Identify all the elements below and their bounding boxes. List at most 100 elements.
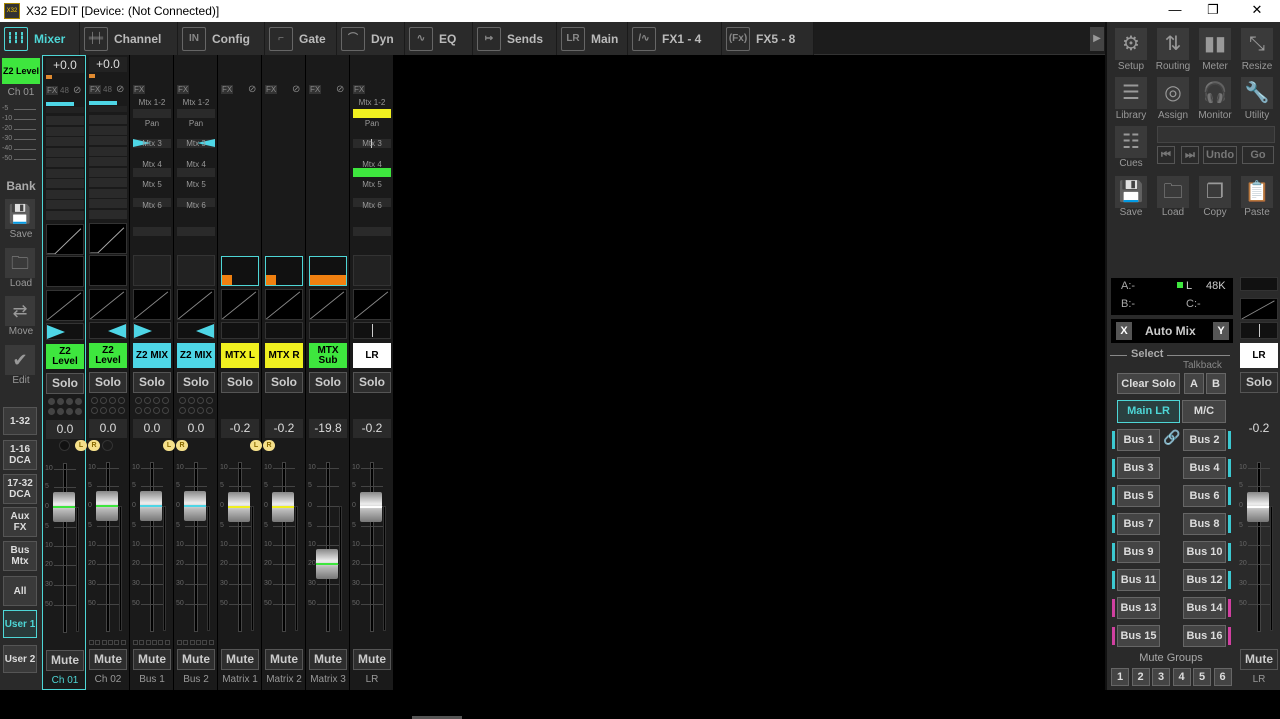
fader-track[interactable]: [370, 462, 374, 632]
talkback-a-button[interactable]: A: [1184, 373, 1204, 394]
dynamics-graph[interactable]: [309, 289, 347, 320]
copy-file-icon[interactable]: ❐: [1199, 176, 1231, 208]
tab-eq[interactable]: ∿ EQ: [405, 22, 473, 55]
fx-insert-icon[interactable]: FX: [133, 85, 146, 94]
solo-button[interactable]: Solo: [353, 372, 391, 393]
fader-knob[interactable]: [184, 491, 206, 521]
fader-track[interactable]: [106, 462, 110, 632]
channel-name-label[interactable]: MTX L: [221, 343, 259, 368]
dynamics-graph[interactable]: [133, 289, 171, 320]
cue-prev-button[interactable]: ⏮: [1157, 146, 1175, 164]
automix-x-button[interactable]: X: [1116, 322, 1132, 340]
cues-icon[interactable]: ☷: [1115, 126, 1147, 158]
fader-value[interactable]: 0.0: [177, 419, 215, 438]
channel-number-label[interactable]: LR: [353, 674, 391, 685]
mute-button[interactable]: Mute: [353, 649, 391, 670]
channel-name-label[interactable]: Z2 MIX: [133, 343, 171, 368]
bus-select-button[interactable]: Bus 3: [1117, 457, 1160, 479]
bus-link-icon[interactable]: 🔗: [1163, 429, 1180, 446]
load-icon[interactable]: 🗀: [5, 248, 35, 278]
stereo-link-dot[interactable]: [102, 440, 113, 451]
pan-indicator[interactable]: [89, 322, 127, 339]
channel-number-label[interactable]: Ch 01: [46, 675, 84, 686]
save-file-icon[interactable]: 💾: [1115, 176, 1147, 208]
bus-select-button[interactable]: Bus 12: [1183, 569, 1226, 591]
mute-group-button[interactable]: 3: [1152, 668, 1170, 686]
close-button[interactable]: ✕: [1242, 2, 1272, 20]
channel-number-label[interactable]: Bus 1: [133, 674, 171, 685]
mute-group-button[interactable]: 5: [1193, 668, 1211, 686]
talkback-b-button[interactable]: B: [1206, 373, 1226, 394]
dynamics-graph[interactable]: [265, 289, 303, 320]
fader-knob[interactable]: [1247, 491, 1269, 522]
send-bar[interactable]: [133, 109, 171, 118]
mute-button[interactable]: Mute: [133, 649, 171, 670]
pan-indicator[interactable]: [133, 322, 171, 339]
bank-button-17-32-dca[interactable]: 17-32 DCA: [3, 474, 37, 504]
bank-button-user-1[interactable]: User 1: [3, 610, 37, 638]
solo-button[interactable]: Solo: [221, 372, 259, 393]
mute-group-button[interactable]: 6: [1213, 668, 1232, 686]
phase-invert-icon[interactable]: ⊘: [292, 84, 300, 95]
phase-invert-icon[interactable]: ⊘: [248, 84, 256, 95]
fader-value[interactable]: 0.0: [133, 419, 171, 438]
save-icon[interactable]: 💾: [5, 199, 35, 229]
tab-sends[interactable]: ↦ Sends: [473, 22, 557, 55]
fader-track[interactable]: [1257, 462, 1261, 632]
gate-graph[interactable]: [46, 224, 84, 255]
bus-select-button[interactable]: Bus 14: [1183, 597, 1226, 619]
meter-icon[interactable]: ▮▮: [1199, 28, 1231, 60]
fader-track[interactable]: [150, 462, 154, 632]
lr-dynamics-graph[interactable]: [1240, 298, 1278, 320]
dynamics-graph[interactable]: [221, 289, 259, 320]
solo-button[interactable]: Solo: [265, 372, 303, 393]
fader-knob[interactable]: [272, 491, 294, 522]
channel-number-label[interactable]: Matrix 2: [265, 674, 303, 685]
dynamics-graph[interactable]: [353, 289, 391, 320]
mute-button[interactable]: Mute: [89, 649, 127, 670]
dynamics-graph[interactable]: [177, 289, 215, 320]
tab-gate[interactable]: ⌐ Gate: [265, 22, 337, 55]
main-lr-button[interactable]: Main LR: [1117, 400, 1180, 423]
solo-button[interactable]: Solo: [46, 373, 84, 394]
fx-insert-icon[interactable]: FX: [46, 86, 59, 95]
solo-button[interactable]: Solo: [89, 372, 127, 393]
bank-button-all[interactable]: All: [3, 576, 37, 606]
gate-box[interactable]: [309, 256, 347, 286]
mute-button[interactable]: Mute: [265, 649, 303, 670]
gate-box[interactable]: [221, 256, 259, 286]
maximize-button[interactable]: ❐: [1198, 2, 1228, 20]
lr-solo-button[interactable]: Solo: [1240, 372, 1278, 393]
bus-select-button[interactable]: Bus 13: [1117, 597, 1160, 619]
solo-button[interactable]: Solo: [133, 372, 171, 393]
send-bar[interactable]: [133, 227, 171, 237]
bus-select-button[interactable]: Bus 7: [1117, 513, 1160, 535]
pan-indicator[interactable]: [177, 322, 215, 339]
automix-y-button[interactable]: Y: [1213, 322, 1229, 340]
minimize-button[interactable]: —: [1160, 2, 1190, 20]
gate-graph[interactable]: [89, 223, 127, 254]
bus-select-button[interactable]: Bus 4: [1183, 457, 1226, 479]
phantom-48v-button[interactable]: 48: [103, 85, 112, 94]
gain-value[interactable]: +0.0: [89, 57, 127, 72]
pan-indicator[interactable]: [309, 322, 347, 339]
gain-value[interactable]: +0.0: [46, 58, 84, 73]
channel-number-label[interactable]: Matrix 3: [309, 674, 347, 685]
fx-insert-icon[interactable]: FX: [309, 85, 322, 94]
cue-undo-button[interactable]: Undo: [1203, 146, 1237, 164]
monitor-icon[interactable]: 🎧: [1199, 77, 1231, 109]
channel-name-label[interactable]: Z2 Level: [46, 344, 84, 369]
assign-icon[interactable]: ◎: [1157, 77, 1189, 109]
fader-value[interactable]: 0.0: [89, 419, 127, 438]
tab-channel[interactable]: ╪╪ Channel: [80, 22, 178, 55]
gate-box[interactable]: [265, 256, 303, 286]
channel-name-label[interactable]: MTX Sub: [309, 343, 347, 368]
mc-button[interactable]: M/C: [1182, 400, 1226, 423]
channel-number-label[interactable]: Bus 2: [177, 674, 215, 685]
dynamics-graph[interactable]: [46, 290, 84, 321]
bank-button-1-32[interactable]: 1-32: [3, 407, 37, 435]
fader-value[interactable]: -0.2: [353, 419, 391, 438]
mute-group-button[interactable]: 2: [1131, 668, 1150, 686]
fx-insert-icon[interactable]: FX: [177, 85, 190, 94]
bus-select-button[interactable]: Bus 9: [1117, 541, 1160, 563]
